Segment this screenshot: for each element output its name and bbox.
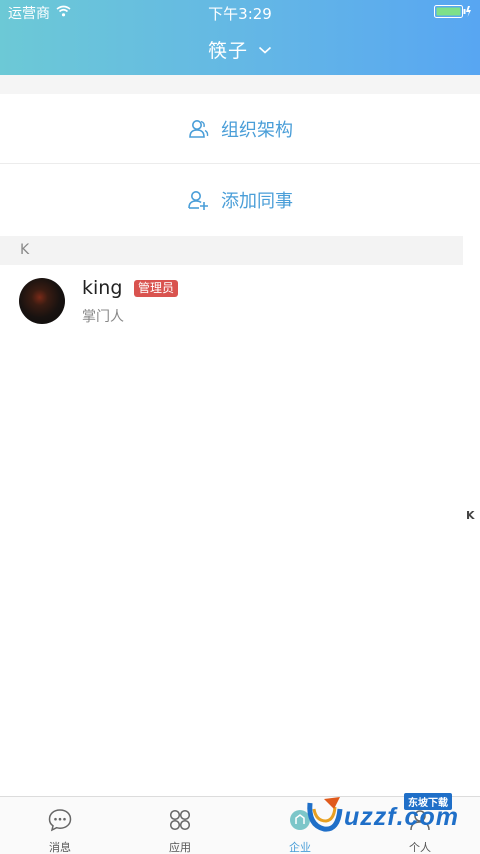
chevron-down-icon: [259, 46, 272, 54]
top-spacer: [0, 75, 480, 94]
admin-badge: 管理员: [134, 280, 179, 297]
watermark-swirl-icon: [307, 797, 343, 832]
tab-profile-label: 个人: [409, 841, 431, 854]
avatar: [19, 278, 65, 324]
tab-messages[interactable]: 消息: [0, 797, 120, 854]
tab-apps-label: 应用: [169, 841, 191, 854]
status-bar: 运营商 下午3:29: [0, 0, 480, 24]
battery-icon: [434, 5, 471, 18]
tab-enterprise-label: 企业: [289, 841, 311, 854]
tab-messages-label: 消息: [49, 841, 71, 854]
index-bar-letter-k[interactable]: K: [466, 509, 475, 522]
section-header-k: K: [0, 236, 463, 265]
contact-row[interactable]: king 管理员 掌门人: [0, 266, 463, 336]
org-structure-icon: [189, 119, 209, 138]
chat-bubble-icon: [48, 809, 72, 832]
contact-role: 掌门人: [82, 309, 124, 325]
title-dropdown[interactable]: 筷子: [0, 36, 480, 64]
org-structure-button[interactable]: 组织架构: [0, 94, 480, 164]
add-user-icon: [188, 191, 208, 210]
page-title: 筷子: [207, 40, 248, 62]
org-structure-label: 组织架构: [221, 119, 293, 141]
status-time: 下午3:29: [208, 5, 272, 23]
watermark-logo: uzzf.com 东坡下载: [296, 793, 476, 839]
apps-grid-icon: [169, 809, 191, 831]
tab-apps[interactable]: 应用: [120, 797, 240, 854]
add-colleague-button[interactable]: 添加同事: [0, 165, 480, 235]
watermark-tag: 东坡下载: [404, 793, 452, 810]
app-header: 运营商 下午3:29 筷子: [0, 0, 480, 75]
add-colleague-label: 添加同事: [221, 191, 293, 212]
contact-name: king: [82, 277, 123, 299]
